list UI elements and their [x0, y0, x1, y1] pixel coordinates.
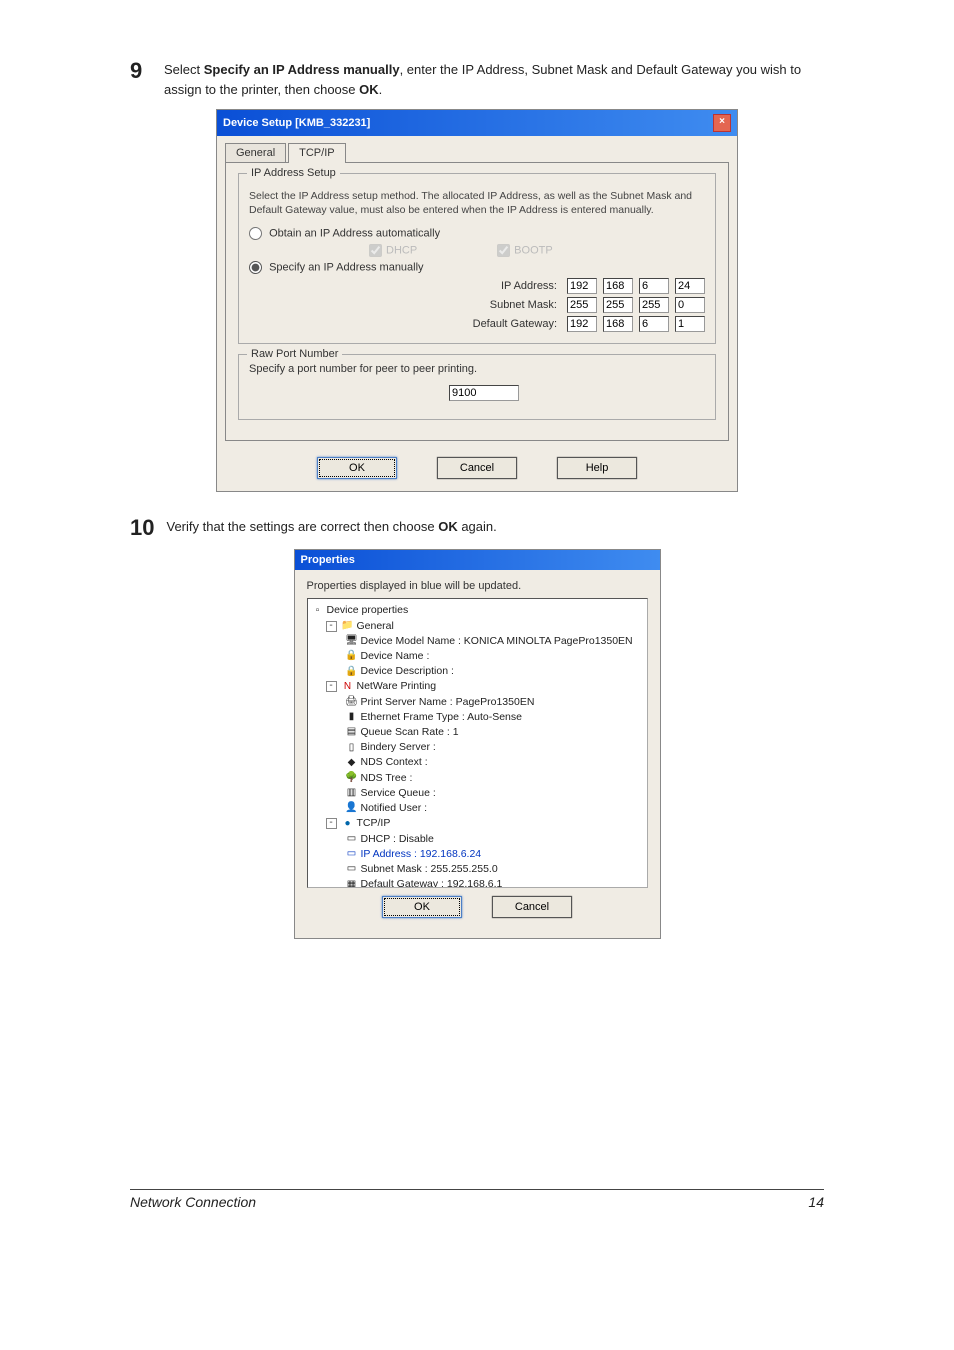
- tree-model[interactable]: 🖥Device Model Name : KONICA MINOLTA Page…: [312, 634, 643, 649]
- collapse-icon[interactable]: -: [326, 681, 337, 692]
- server-icon: ▯: [346, 742, 358, 754]
- collapse-icon[interactable]: -: [326, 621, 337, 632]
- tree-servicequeue[interactable]: ▥Service Queue :: [312, 786, 643, 801]
- raw-port-input[interactable]: [449, 385, 519, 401]
- tree-notified[interactable]: 👤Notified User :: [312, 801, 643, 816]
- tree-ndstree[interactable]: 🌳NDS Tree :: [312, 771, 643, 786]
- dialog2-title: Properties: [301, 554, 355, 566]
- gateway-oct3[interactable]: [639, 316, 669, 332]
- collapse-icon[interactable]: -: [326, 818, 337, 829]
- monitor-icon: 🖥: [346, 635, 358, 647]
- tree-printserver[interactable]: 🖨Print Server Name : PagePro1350EN: [312, 695, 643, 710]
- step9-number: 9: [130, 60, 152, 82]
- checkbox-dhcp: [369, 244, 382, 257]
- titlebar: Device Setup [KMB_332231] ×: [217, 110, 737, 136]
- tab-bar: General TCP/IP: [217, 136, 737, 162]
- gateway-oct4[interactable]: [675, 316, 705, 332]
- cancel-button-2[interactable]: Cancel: [492, 896, 572, 918]
- step10-text: Verify that the settings are correct the…: [166, 517, 824, 537]
- gateway-label: Default Gateway:: [447, 318, 557, 330]
- tree-dhcp[interactable]: ▭DHCP : Disable: [312, 832, 643, 847]
- ip-oct3[interactable]: [639, 278, 669, 294]
- radio-manual-label: Specify an IP Address manually: [269, 262, 424, 274]
- ip-oct2[interactable]: [603, 278, 633, 294]
- footer-left: Network Connection: [130, 1194, 256, 1210]
- titlebar2: Properties: [295, 550, 660, 570]
- page-footer: Network Connection 14: [130, 1189, 824, 1210]
- ok-button-2[interactable]: OK: [382, 896, 462, 918]
- subnet-oct1[interactable]: [567, 297, 597, 313]
- ip-address-label: IP Address:: [447, 280, 557, 292]
- properties-dialog: Properties Properties displayed in blue …: [294, 549, 661, 939]
- tree-queuerate[interactable]: ▤Queue Scan Rate : 1: [312, 725, 643, 740]
- ip-setup-legend: IP Address Setup: [247, 167, 340, 179]
- subnet-label: Subnet Mask:: [447, 299, 557, 311]
- gateway-oct1[interactable]: [567, 316, 597, 332]
- queue-icon: ▤: [346, 727, 358, 739]
- tree-root[interactable]: ▫Device properties: [312, 603, 643, 618]
- card-icon: ▭: [346, 848, 358, 860]
- cancel-button[interactable]: Cancel: [437, 457, 517, 479]
- ip-setup-description: Select the IP Address setup method. The …: [249, 190, 705, 217]
- tree-icon: 🌳: [346, 772, 358, 784]
- card-icon: ▭: [346, 864, 358, 876]
- box-icon: ▫: [312, 605, 324, 617]
- checkbox-dhcp-label: DHCP: [386, 245, 417, 257]
- globe-icon: ●: [342, 818, 354, 830]
- card-icon: ▦: [346, 879, 358, 888]
- raw-port-legend: Raw Port Number: [247, 348, 342, 360]
- raw-port-fieldset: Raw Port Number Specify a port number fo…: [238, 354, 716, 420]
- tree-tcpip[interactable]: -●TCP/IP: [312, 816, 643, 831]
- tree-devname[interactable]: 🔒Device Name :: [312, 649, 643, 664]
- footer-right: 14: [808, 1194, 824, 1210]
- tree-pane[interactable]: ▫Device properties -📁General 🖥Device Mod…: [307, 598, 648, 888]
- radio-auto-label: Obtain an IP Address automatically: [269, 228, 440, 240]
- subnet-oct3[interactable]: [639, 297, 669, 313]
- tree-ipaddr[interactable]: ▭IP Address : 192.168.6.24: [312, 847, 643, 862]
- folder-icon: 📁: [342, 620, 354, 632]
- checkbox-bootp: [497, 244, 510, 257]
- tab-general[interactable]: General: [225, 143, 286, 163]
- gateway-oct2[interactable]: [603, 316, 633, 332]
- help-button[interactable]: Help: [557, 457, 637, 479]
- radio-auto[interactable]: [249, 227, 262, 240]
- tree-ethernet[interactable]: ▮Ethernet Frame Type : Auto-Sense: [312, 710, 643, 725]
- tree-netware[interactable]: -NNetWare Printing: [312, 679, 643, 694]
- tree-gateway[interactable]: ▦Default Gateway : 192.168.6.1: [312, 877, 643, 888]
- tree-general[interactable]: -📁General: [312, 619, 643, 634]
- tree-subnet[interactable]: ▭Subnet Mask : 255.255.255.0: [312, 862, 643, 877]
- subnet-oct2[interactable]: [603, 297, 633, 313]
- n-icon: N: [342, 681, 354, 693]
- ip-address-setup-fieldset: IP Address Setup Select the IP Address s…: [238, 173, 716, 344]
- ip-oct1[interactable]: [567, 278, 597, 294]
- printer-icon: 🖨: [346, 696, 358, 708]
- tree-bindery[interactable]: ▯Bindery Server :: [312, 740, 643, 755]
- card-icon: ▭: [346, 833, 358, 845]
- device-setup-dialog: Device Setup [KMB_332231] × General TCP/…: [216, 109, 738, 492]
- user-icon: 👤: [346, 803, 358, 815]
- ok-button[interactable]: OK: [317, 457, 397, 479]
- subnet-oct4[interactable]: [675, 297, 705, 313]
- close-icon[interactable]: ×: [713, 114, 731, 132]
- dialog-title: Device Setup [KMB_332231]: [223, 117, 370, 129]
- tree-ndscontext[interactable]: ◆NDS Context :: [312, 755, 643, 770]
- ethernet-icon: ▮: [346, 711, 358, 723]
- queue-icon: ▥: [346, 788, 358, 800]
- step9-text: Select Specify an IP Address manually, e…: [164, 60, 824, 99]
- lock-icon: 🔒: [346, 666, 358, 678]
- tree-icon: ◆: [346, 757, 358, 769]
- ip-oct4[interactable]: [675, 278, 705, 294]
- lock-icon: 🔒: [346, 651, 358, 663]
- tree-devdesc[interactable]: 🔒Device Description :: [312, 664, 643, 679]
- step10-number: 10: [130, 517, 154, 539]
- tab-tcpip[interactable]: TCP/IP: [288, 143, 345, 163]
- properties-note: Properties displayed in blue will be upd…: [307, 580, 648, 592]
- radio-manual[interactable]: [249, 261, 262, 274]
- raw-port-text: Specify a port number for peer to peer p…: [249, 363, 705, 375]
- checkbox-bootp-label: BOOTP: [514, 245, 553, 257]
